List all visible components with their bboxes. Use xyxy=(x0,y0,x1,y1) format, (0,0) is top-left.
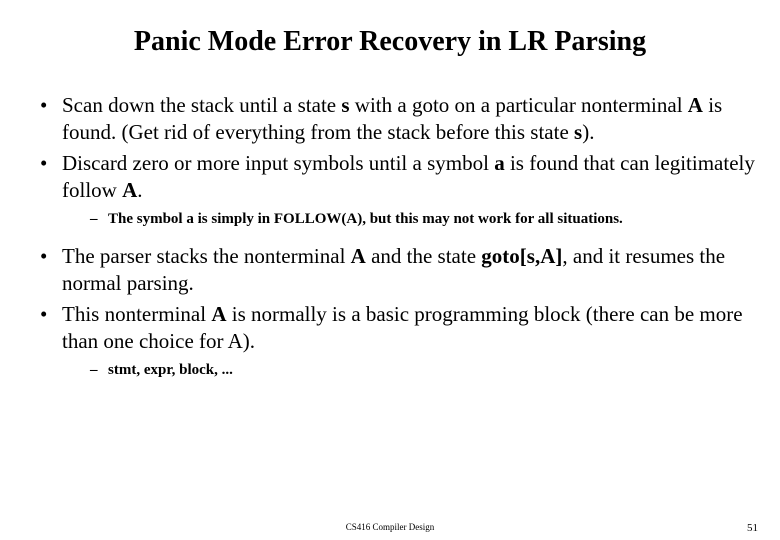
bullet-1: Scan down the stack until a state s with… xyxy=(40,92,772,146)
text: The parser stacks the nonterminal xyxy=(62,244,351,268)
text: . xyxy=(137,178,142,202)
text: ). xyxy=(582,120,594,144)
var-s: s xyxy=(341,93,349,117)
bullet-4: This nonterminal A is normally is a basi… xyxy=(40,301,772,390)
sub-bullet: The symbol a is simply in FOLLOW(A), but… xyxy=(90,210,772,230)
text: This nonterminal xyxy=(62,302,211,326)
goto-expr: goto[s,A] xyxy=(481,244,562,268)
sub-list: The symbol a is simply in FOLLOW(A), but… xyxy=(62,204,772,240)
text: and the state xyxy=(366,244,481,268)
bullet-2: Discard zero or more input symbols until… xyxy=(40,150,772,239)
bullet-3: The parser stacks the nonterminal A and … xyxy=(40,243,772,297)
footer-course: CS416 Compiler Design xyxy=(346,522,435,532)
sub-list: stmt, expr, block, ... xyxy=(62,355,772,391)
footer-page: 51 xyxy=(747,522,758,534)
slide-title: Panic Mode Error Recovery in LR Parsing xyxy=(0,26,780,58)
var-a: a xyxy=(494,151,505,175)
var-A: A xyxy=(688,93,703,117)
slide: Panic Mode Error Recovery in LR Parsing … xyxy=(0,0,780,540)
text: Scan down the stack until a state xyxy=(62,93,341,117)
text: Discard zero or more input symbols until… xyxy=(62,151,494,175)
bullet-list: Scan down the stack until a state s with… xyxy=(0,92,780,390)
var-s: s xyxy=(574,120,582,144)
var-A: A xyxy=(122,178,137,202)
sub-bullet: stmt, expr, block, ... xyxy=(90,361,772,381)
var-A: A xyxy=(211,302,226,326)
var-A: A xyxy=(351,244,366,268)
text: with a goto on a particular nonterminal xyxy=(350,93,688,117)
